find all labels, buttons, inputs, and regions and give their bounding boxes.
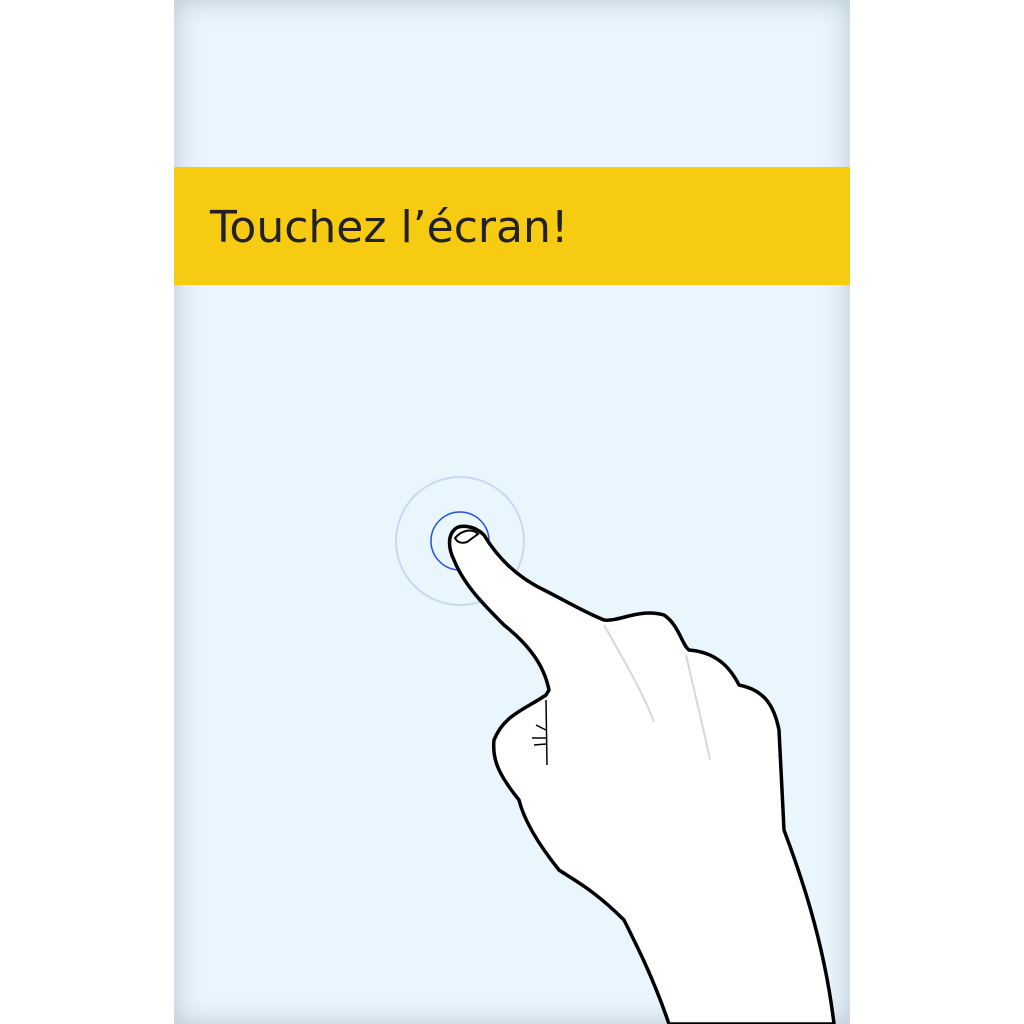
touch-ripple-icon <box>395 476 525 606</box>
touch-ripple-inner-ring <box>430 511 490 571</box>
touch-ripple-outer-ring <box>395 476 525 606</box>
touch-screen[interactable]: Touchez l’écran! <box>174 0 850 1024</box>
